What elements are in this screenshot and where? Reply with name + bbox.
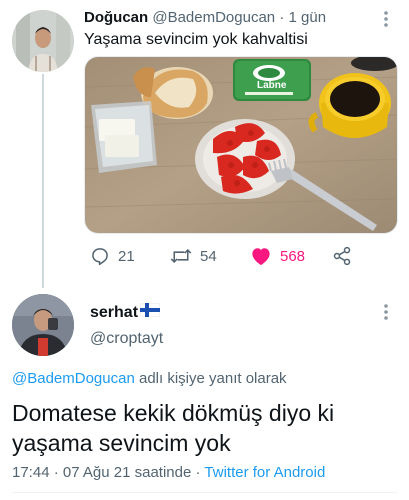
heart-filled-icon <box>252 248 270 266</box>
reply-author-avatar[interactable] <box>12 294 74 356</box>
reply-count: 21 <box>118 247 135 265</box>
author-name[interactable]: Doğucan <box>84 9 148 26</box>
share-icon <box>333 246 351 266</box>
tweet-meta: 17:44 · 07 Ağu 21 saatinde · Twitter for… <box>12 464 325 481</box>
retweet-count: 54 <box>200 247 217 265</box>
reply-author-handle[interactable]: @croptayt <box>90 330 163 348</box>
reply-author-name-row[interactable]: serhat <box>90 302 161 322</box>
tweet-header: Doğucan @BademDogucan · 1 gün <box>84 9 326 26</box>
author-handle[interactable]: @BademDogucan <box>152 9 275 26</box>
labne-label: Labne <box>257 80 287 91</box>
tweet-time[interactable]: 17:44 <box>12 464 50 481</box>
tweet-photo[interactable]: Labne <box>84 56 398 234</box>
tweet-source-link[interactable]: Twitter for Android <box>204 464 325 481</box>
thread-line <box>42 74 44 288</box>
reply-icon <box>92 248 108 266</box>
separator: · <box>195 464 201 481</box>
finland-flag-icon <box>139 302 161 322</box>
like-count: 568 <box>280 247 306 265</box>
author-avatar[interactable] <box>12 10 74 72</box>
retweet-icon <box>170 248 192 264</box>
reply-button[interactable]: 21 <box>90 244 135 268</box>
replying-to-suffix: adlı kişiye yanıt olarak <box>134 370 287 387</box>
reply-author-name[interactable]: serhat <box>90 304 138 322</box>
tweet-date[interactable]: 07 Ağu 21 saatinde <box>63 464 191 481</box>
separator: · <box>53 464 59 481</box>
reply-tweet-text: Domatese kekik dökmüş diyo ki yaşama sev… <box>12 400 335 456</box>
reply-more-options-icon[interactable] <box>382 303 390 321</box>
replying-to-mention[interactable]: @BademDogucan <box>12 370 135 387</box>
like-button[interactable]: 568 <box>250 244 305 268</box>
breakfast-photo: Labne <box>85 57 397 233</box>
tweet-actions: 21 54 568 <box>90 244 390 268</box>
tweet-time[interactable]: 1 gün <box>289 9 327 26</box>
replying-to: @BademDogucan adlı kişiye yanıt olarak <box>12 370 287 387</box>
retweet-button[interactable]: 54 <box>170 244 217 268</box>
parent-tweet[interactable]: Doğucan @BademDogucan · 1 gün Yaşama sev… <box>0 0 409 288</box>
divider <box>12 492 397 493</box>
more-options-icon[interactable] <box>382 10 390 28</box>
share-button[interactable] <box>332 244 352 268</box>
tweet-text: Yaşama sevincim yok kahvaltisi <box>84 31 308 48</box>
separator: · <box>279 9 285 26</box>
